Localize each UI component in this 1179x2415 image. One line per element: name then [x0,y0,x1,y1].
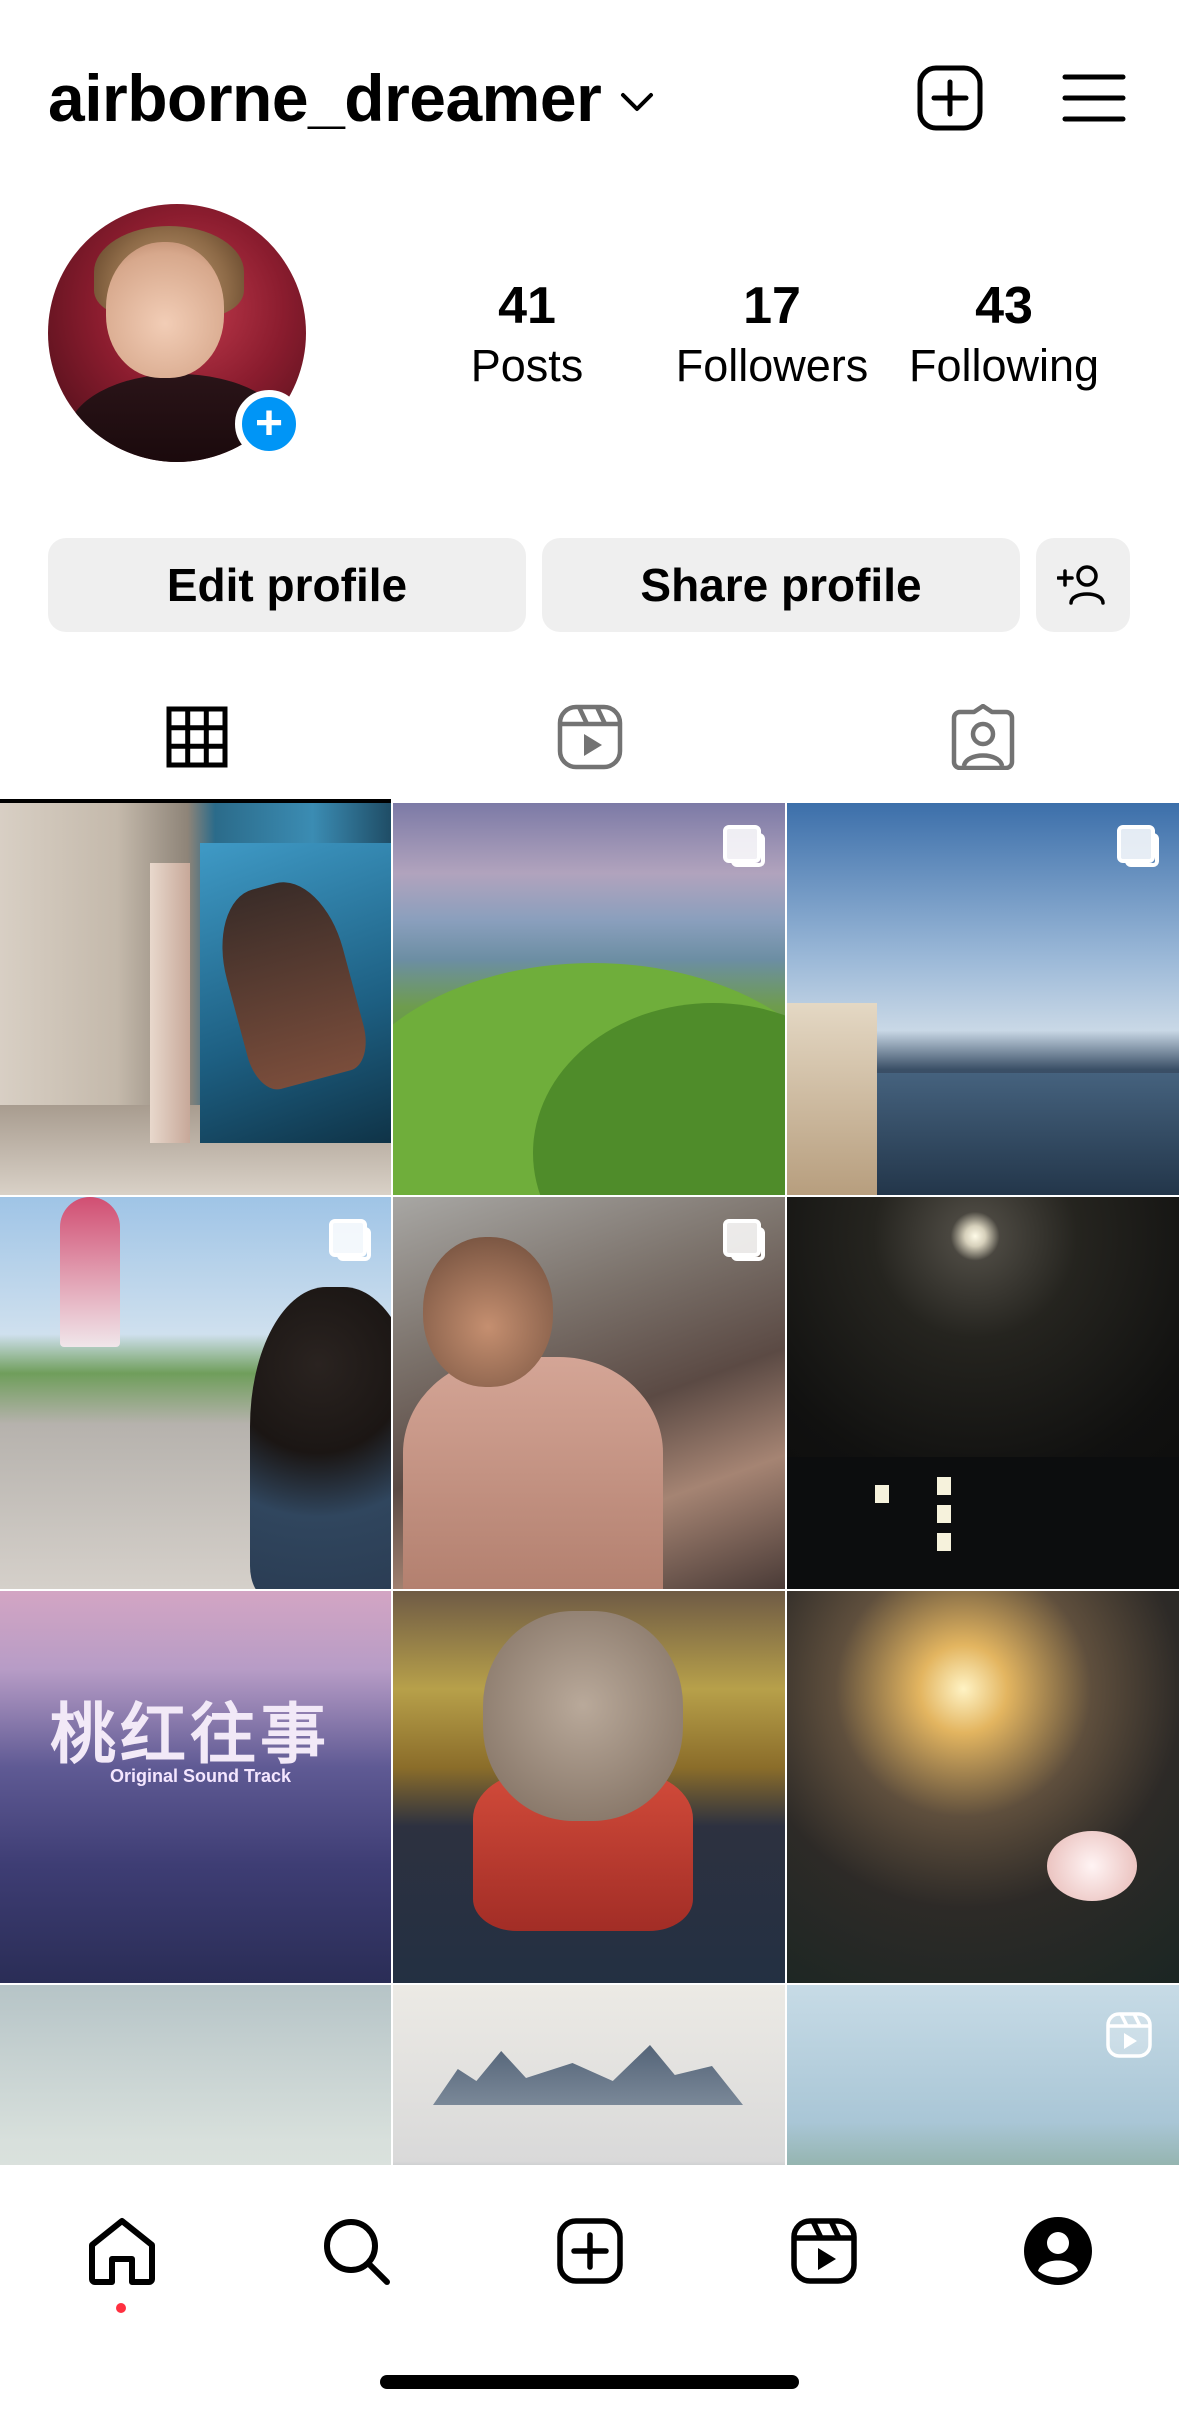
carousel-icon [329,1219,371,1261]
grid-post[interactable] [787,1591,1179,1983]
grid-post[interactable] [393,1985,785,2165]
search-icon [324,2219,390,2285]
stat-followers-label: Followers [675,340,869,391]
post-photo-skyline [433,2045,743,2105]
grid-post[interactable] [0,803,391,1195]
reels-icon [791,2218,857,2284]
nav-create[interactable] [550,2211,630,2291]
post-photo-head [423,1237,553,1387]
discover-people-button[interactable] [1036,538,1130,632]
stat-posts-count: 41 [498,277,556,335]
grid-post[interactable] [0,1197,391,1589]
stat-followers[interactable]: 17 Followers [662,276,882,394]
post-photo-tower [60,1197,120,1347]
post-photo-water [877,1073,1179,1195]
post-overlay-title: 桃红往事 [50,1696,330,1773]
new-post-icon [917,65,983,131]
account-switcher[interactable]: airborne_dreamer [48,58,655,138]
post-photo-window [937,1505,951,1523]
post-photo-bear [483,1611,683,1821]
edit-profile-button[interactable]: Edit profile [48,538,526,632]
post-photo-body [403,1357,663,1589]
menu-button[interactable] [1058,62,1130,134]
grid-post[interactable]: 桃红往事 Original Sound Track [0,1591,391,1983]
grid-post[interactable] [0,1985,391,2165]
add-person-icon [1057,565,1105,605]
stat-posts[interactable]: 41 Posts [422,276,632,394]
share-profile-button[interactable]: Share profile [542,538,1020,632]
grid-post[interactable] [787,1985,1179,2165]
carousel-icon [723,825,765,867]
post-photo-pillar [150,863,190,1143]
profile-tabs [0,672,1179,803]
tagged-icon [951,704,1014,770]
carousel-icon [1117,825,1159,867]
tab-tagged[interactable] [786,672,1179,802]
bottom-navigation [0,2165,1179,2415]
post-overlay-subtitle: Original Sound Track [110,1766,292,1786]
home-notification-dot [116,2303,126,2313]
nav-home[interactable] [82,2211,162,2291]
tab-reels[interactable] [393,672,786,802]
stat-posts-label: Posts [470,340,584,391]
stat-following-count: 43 [975,277,1033,335]
grid-post[interactable] [393,1591,785,1983]
post-photo-person [250,1287,391,1589]
username: airborne_dreamer [48,61,602,135]
home-icon [89,2218,155,2285]
grid-post[interactable] [787,1197,1179,1589]
grid-icon [166,706,227,768]
post-photo-window [937,1477,951,1495]
nav-search[interactable] [316,2211,396,2291]
avatar-photo-face [106,242,224,378]
menu-icon [1062,74,1126,122]
new-post-button[interactable] [914,62,986,134]
stat-following[interactable]: 43 Following [898,276,1110,394]
post-photo-window [937,1533,951,1551]
post-photo-rose [1047,1831,1137,1901]
grid-post[interactable] [393,803,785,1195]
tab-posts-grid[interactable] [0,672,393,802]
post-photo-building [787,1457,1179,1589]
post-photo-window [875,1485,889,1503]
reel-icon [1106,2012,1152,2058]
post-photo-wall [787,1003,877,1195]
profile-header: airborne_dreamer [0,0,1179,190]
profile-avatar[interactable]: + [48,204,306,462]
carousel-icon [723,1219,765,1261]
grid-post[interactable] [393,1197,785,1589]
stat-following-label: Following [908,340,1100,391]
posts-grid: 桃红往事 Original Sound Track [0,803,1179,2165]
grid-post[interactable] [787,803,1179,1195]
home-indicator [380,2375,799,2389]
nav-reels[interactable] [784,2211,864,2291]
reels-icon [557,704,622,770]
add-story-icon[interactable]: + [235,390,303,458]
stat-followers-count: 17 [743,277,801,335]
create-icon [557,2218,623,2284]
chevron-down-icon [621,93,654,111]
nav-profile[interactable] [1018,2211,1098,2291]
profile-icon [1024,2217,1092,2285]
